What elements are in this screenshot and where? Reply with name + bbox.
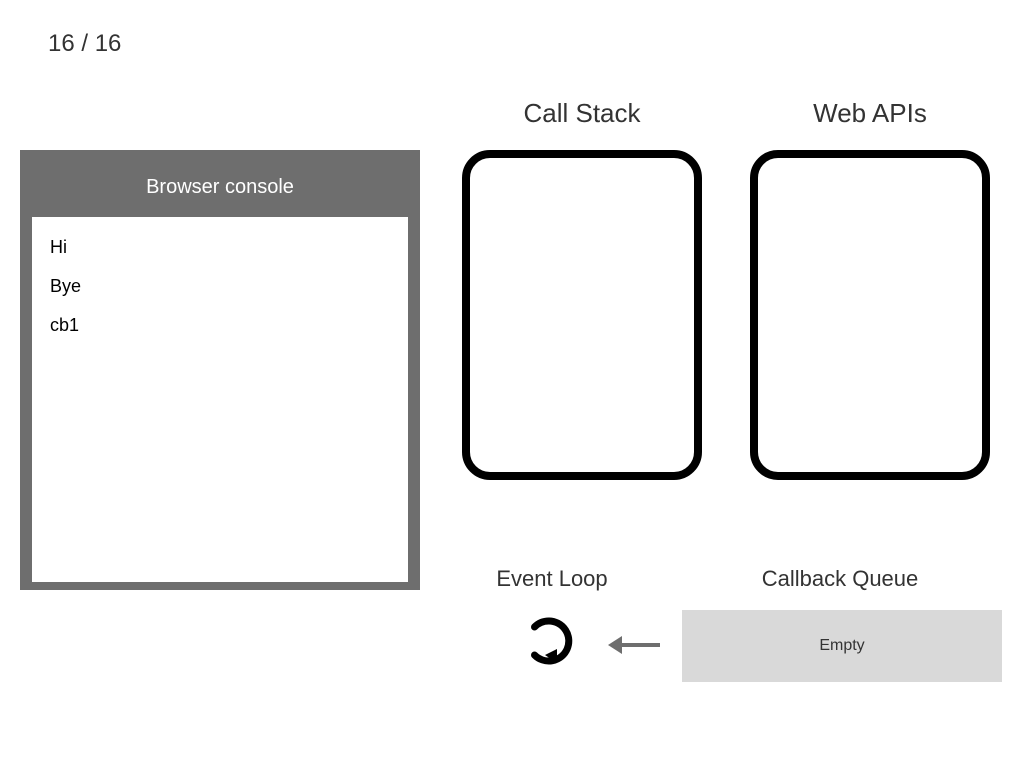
console-line: Hi [50,237,390,258]
webapis-box [750,150,990,480]
callstack-label: Call Stack [462,98,702,129]
callback-queue-box: Empty [682,610,1002,682]
console-line: Bye [50,276,390,297]
console-line: cb1 [50,315,390,336]
callback-queue-status: Empty [819,637,864,655]
step-counter: 16 / 16 [48,30,121,58]
eventloop-label: Event Loop [462,566,642,592]
callbackqueue-label: Callback Queue [700,566,980,592]
browser-console-panel: Browser console Hi Bye cb1 [20,150,420,590]
webapis-label: Web APIs [750,98,990,129]
callstack-box [462,150,702,480]
arrow-left-icon [608,636,660,654]
loop-icon [523,615,575,667]
browser-console-output: Hi Bye cb1 [32,217,408,582]
browser-console-title: Browser console [32,162,408,217]
